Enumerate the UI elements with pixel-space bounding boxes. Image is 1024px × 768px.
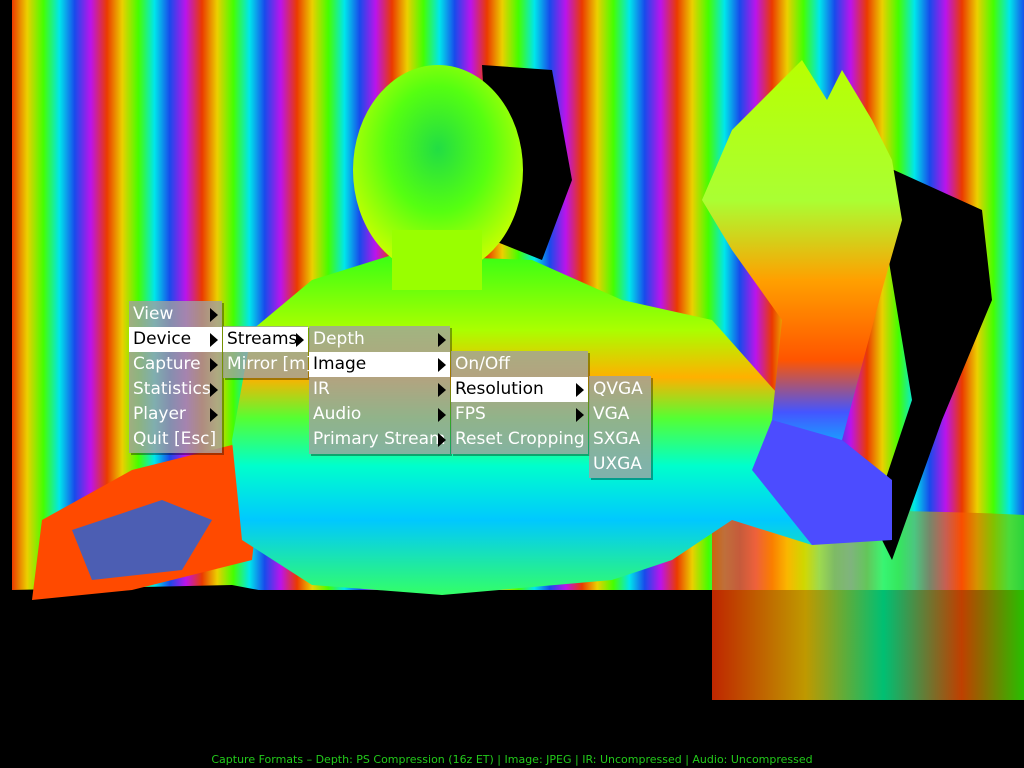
menu-item-label: SXGA [593,429,641,449]
menu-item-image[interactable]: Image [309,352,450,377]
menu-item-statistics[interactable]: Statistics [129,377,222,402]
image-submenu: On/Off Resolution FPS Reset Cropping [451,351,588,454]
menu-item-vga[interactable]: VGA [589,402,651,427]
submenu-arrow-icon [210,358,218,372]
menu-item-label: View [133,304,174,324]
main-menu: View Device Capture Statistics Player Qu… [129,301,222,453]
menu-item-label: UXGA [593,454,642,474]
menu-item-label: Statistics [133,379,211,399]
menu-item-mirror[interactable]: Mirror [m] [223,352,312,377]
streams-submenu: Depth Image IR Audio Primary Stream [309,326,450,454]
menu-item-fps[interactable]: FPS [451,402,588,427]
menu-item-qvga[interactable]: QVGA [589,377,651,402]
menu-item-player[interactable]: Player [129,402,222,427]
menu-item-label: Device [133,329,192,349]
menu-item-reset-cropping[interactable]: Reset Cropping [451,427,588,452]
menu-item-label: Resolution [455,379,544,399]
menu-item-quit[interactable]: Quit [Esc] [129,427,222,452]
menu-item-label: Reset Cropping [455,429,585,449]
menu-item-label: Image [313,354,367,374]
menu-item-label: Capture [133,354,201,374]
menu-item-label: QVGA [593,379,643,399]
menu-item-resolution[interactable]: Resolution [451,377,588,402]
menu-item-audio[interactable]: Audio [309,402,450,427]
submenu-arrow-icon [210,383,218,397]
status-bar: Capture Formats – Depth: PS Compression … [211,753,813,766]
resolution-submenu: QVGA VGA SXGA UXGA [589,376,651,478]
menu-item-label: VGA [593,404,630,424]
menu-item-on-off[interactable]: On/Off [451,352,588,377]
submenu-arrow-icon [576,383,584,397]
menu-item-view[interactable]: View [129,302,222,327]
menu-item-uxga[interactable]: UXGA [589,452,651,477]
submenu-arrow-icon [210,333,218,347]
submenu-arrow-icon [438,358,446,372]
menu-item-device[interactable]: Device [129,327,222,352]
submenu-arrow-icon [438,433,446,447]
submenu-arrow-icon [438,383,446,397]
menu-item-primary-stream[interactable]: Primary Stream [309,427,450,452]
menu-item-label: Quit [Esc] [133,429,217,449]
menu-item-label: Audio [313,404,362,424]
menu-item-label: Player [133,404,186,424]
menu-item-label: IR [313,379,330,399]
submenu-arrow-icon [210,308,218,322]
menu-item-label: Mirror [m] [227,354,313,374]
menu-item-label: On/Off [455,354,510,374]
menu-item-ir[interactable]: IR [309,377,450,402]
submenu-arrow-icon [210,408,218,422]
menu-item-label: Primary Stream [313,429,446,449]
menu-item-depth[interactable]: Depth [309,327,450,352]
submenu-arrow-icon [438,333,446,347]
menu-item-sxga[interactable]: SXGA [589,427,651,452]
device-submenu: Streams Mirror [m] [223,326,312,378]
menu-item-label: Streams [227,329,298,349]
submenu-arrow-icon [576,408,584,422]
submenu-arrow-icon [296,333,304,347]
menu-item-label: FPS [455,404,486,424]
menu-item-streams[interactable]: Streams [223,327,308,352]
menu-item-label: Depth [313,329,365,349]
submenu-arrow-icon [438,408,446,422]
menu-item-capture[interactable]: Capture [129,352,222,377]
